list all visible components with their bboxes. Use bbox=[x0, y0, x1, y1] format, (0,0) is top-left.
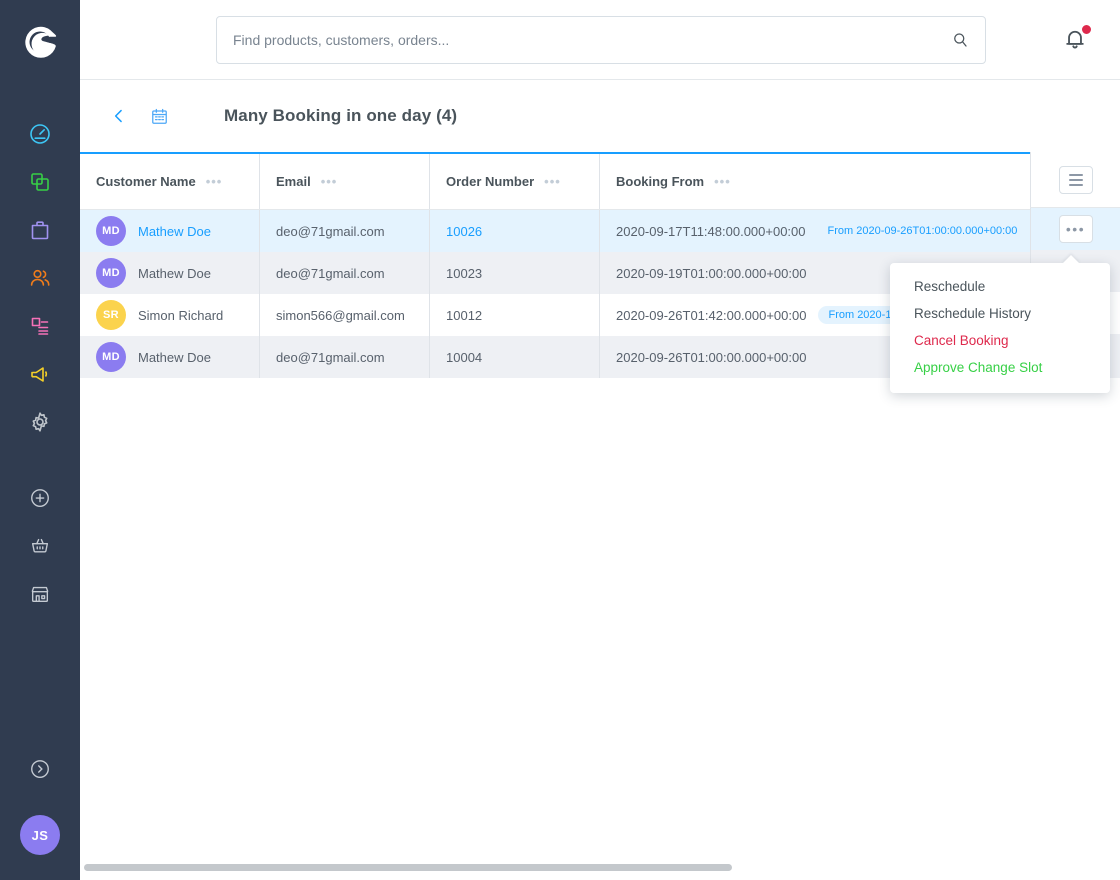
avatar: SR bbox=[96, 300, 126, 330]
cell-order-number[interactable]: 10023 bbox=[430, 252, 600, 294]
reschedule-badge: From 2020-09-26T01:00:00.000+00:00 bbox=[817, 222, 1028, 240]
column-header-label: Customer Name bbox=[96, 174, 196, 189]
user-avatar[interactable]: JS bbox=[20, 815, 60, 855]
page-header: Many Booking in one day (4) bbox=[80, 80, 1120, 152]
context-menu-item-approve-change-slot[interactable]: Approve Change Slot bbox=[890, 354, 1110, 381]
notification-badge-dot bbox=[1081, 24, 1092, 35]
search-icon[interactable] bbox=[951, 31, 969, 49]
cell-email: deo@71gmail.com bbox=[260, 336, 430, 378]
sidebar: JS bbox=[0, 0, 80, 880]
sidebar-item-content[interactable] bbox=[0, 302, 80, 350]
row-context-menu: Reschedule Reschedule History Cancel Boo… bbox=[890, 255, 1110, 393]
cell-email: deo@71gmail.com bbox=[260, 210, 430, 252]
column-header-customer-name[interactable]: Customer Name ••• bbox=[80, 154, 260, 209]
calendar-icon[interactable] bbox=[142, 99, 176, 133]
sidebar-item-settings[interactable] bbox=[0, 398, 80, 446]
table-row[interactable]: MD Mathew Doe deo@71gmail.com 10026 2020… bbox=[80, 210, 1120, 252]
cell-customer-name: MD Mathew Doe bbox=[80, 210, 260, 252]
avatar: MD bbox=[96, 258, 126, 288]
customer-name-link[interactable]: Mathew Doe bbox=[138, 224, 211, 239]
context-menu-arrow bbox=[1062, 255, 1080, 264]
row-actions-button[interactable]: ••• bbox=[1058, 215, 1093, 243]
app-root: JS Find products, customers, orders... M… bbox=[0, 0, 1120, 880]
horizontal-scrollbar[interactable] bbox=[84, 864, 1116, 871]
row-action-cell: ••• bbox=[1030, 208, 1120, 250]
global-search[interactable] bbox=[216, 16, 986, 64]
column-header-label: Email bbox=[276, 174, 311, 189]
data-table: Customer Name ••• Email ••• Order Number… bbox=[80, 152, 1120, 880]
column-menu-icon[interactable]: ••• bbox=[714, 175, 731, 188]
page-title: Many Booking in one day (4) bbox=[224, 106, 458, 125]
column-header-order-number[interactable]: Order Number ••• bbox=[430, 154, 600, 209]
cell-customer-name: MD Mathew Doe bbox=[80, 252, 260, 294]
booking-from-value: 2020-09-26T01:00:00.000+00:00 bbox=[616, 349, 807, 365]
sidebar-item-customers[interactable] bbox=[0, 254, 80, 302]
order-number-link[interactable]: 10026 bbox=[446, 224, 482, 239]
sidebar-item-add[interactable] bbox=[0, 474, 80, 522]
back-button[interactable] bbox=[102, 99, 136, 133]
context-menu-item-reschedule[interactable]: Reschedule bbox=[890, 273, 1110, 300]
column-menu-icon[interactable]: ••• bbox=[544, 175, 561, 188]
app-logo[interactable] bbox=[0, 0, 80, 84]
cell-customer-name: SR Simon Richard bbox=[80, 294, 260, 336]
column-header-email[interactable]: Email ••• bbox=[260, 154, 430, 209]
context-menu-item-reschedule-history[interactable]: Reschedule History bbox=[890, 300, 1110, 327]
search-input[interactable] bbox=[233, 32, 943, 48]
avatar: MD bbox=[96, 342, 126, 372]
column-menu-icon[interactable]: ••• bbox=[321, 175, 338, 188]
booking-from-value: 2020-09-26T01:42:00.000+00:00 bbox=[616, 307, 807, 323]
table-header-row: Customer Name ••• Email ••• Order Number… bbox=[80, 154, 1120, 210]
sidebar-item-catalogues[interactable] bbox=[0, 158, 80, 206]
cell-order-number[interactable]: 10004 bbox=[430, 336, 600, 378]
table-settings-hamburger-icon bbox=[1068, 173, 1083, 186]
booking-from-value: 2020-09-17T11:48:00.000+00:00 bbox=[616, 223, 806, 239]
customer-name-link[interactable]: Mathew Doe bbox=[138, 350, 211, 365]
notifications-button[interactable] bbox=[1062, 24, 1092, 54]
column-header-label: Order Number bbox=[446, 174, 535, 189]
cell-customer-name: MD Mathew Doe bbox=[80, 336, 260, 378]
top-bar bbox=[80, 0, 1120, 80]
row-actions-dots-icon: ••• bbox=[1065, 221, 1086, 237]
avatar: MD bbox=[96, 216, 126, 246]
sidebar-collapse-toggle[interactable] bbox=[0, 745, 80, 793]
sidebar-item-store[interactable] bbox=[0, 570, 80, 618]
column-header-label: Booking From bbox=[616, 174, 705, 189]
customer-name-link[interactable]: Simon Richard bbox=[138, 308, 223, 323]
cell-email: simon566@gmail.com bbox=[260, 294, 430, 336]
sidebar-item-marketing[interactable] bbox=[0, 350, 80, 398]
cell-order-number[interactable]: 10012 bbox=[430, 294, 600, 336]
context-menu-item-cancel-booking[interactable]: Cancel Booking bbox=[890, 327, 1110, 354]
cell-email: deo@71gmail.com bbox=[260, 252, 430, 294]
horizontal-scrollbar-thumb[interactable] bbox=[84, 864, 732, 871]
table-settings-button[interactable] bbox=[1058, 165, 1093, 194]
sidebar-item-basket[interactable] bbox=[0, 522, 80, 570]
table-settings-cell bbox=[1030, 152, 1120, 208]
sidebar-item-orders[interactable] bbox=[0, 206, 80, 254]
column-menu-icon[interactable]: ••• bbox=[206, 175, 223, 188]
sidebar-item-dashboard[interactable] bbox=[0, 110, 80, 158]
cell-order-number: 10026 bbox=[430, 210, 600, 252]
booking-from-value: 2020-09-19T01:00:00.000+00:00 bbox=[616, 265, 807, 281]
customer-name-link[interactable]: Mathew Doe bbox=[138, 266, 211, 281]
